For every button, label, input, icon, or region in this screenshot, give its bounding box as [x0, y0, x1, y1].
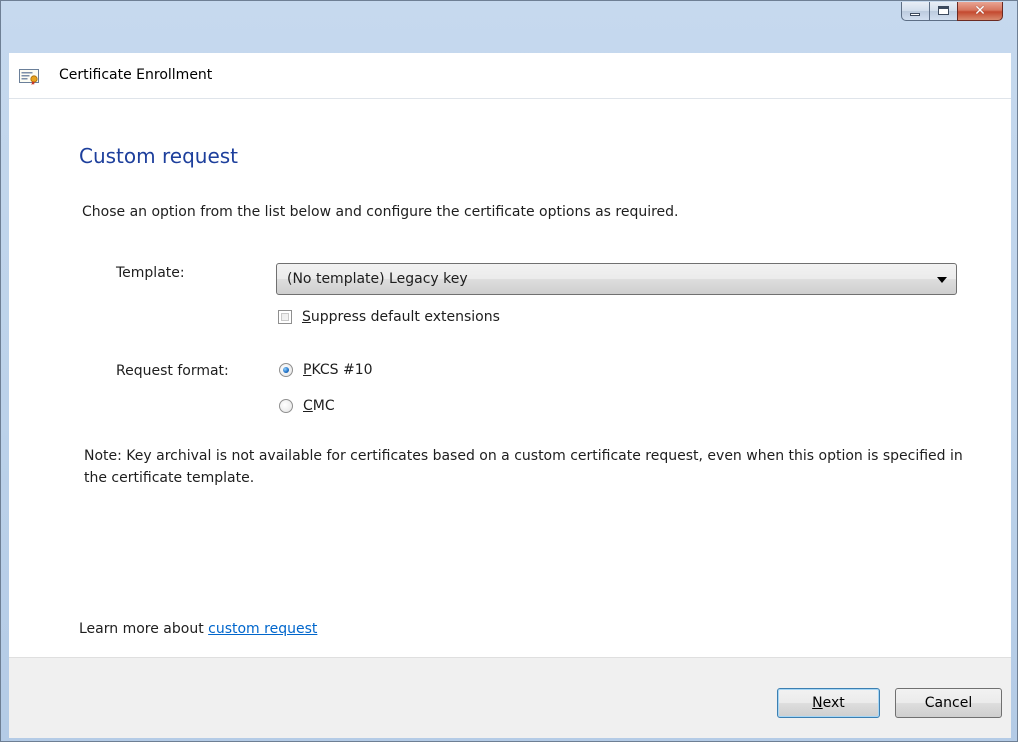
cmc-mnemonic: C [303, 398, 313, 414]
maximize-button[interactable] [929, 2, 957, 21]
suppress-mnemonic: S [302, 309, 311, 325]
pkcs10-label-rest: KCS #10 [311, 362, 373, 378]
learn-more-prefix: Learn more about [79, 621, 209, 637]
wizard-footer: Next Cancel [9, 657, 1011, 738]
radio-option-pkcs10[interactable]: PKCS #10 [279, 362, 373, 378]
cmc-label: CMC [303, 398, 335, 414]
suppress-label-rest: uppress default extensions [310, 309, 500, 325]
instruction-text: Chose an option from the list below and … [82, 204, 679, 220]
suppress-extensions-option[interactable]: Suppress default extensions [278, 309, 500, 325]
template-dropdown[interactable]: (No template) Legacy key [276, 263, 957, 295]
next-label-rest: ext [822, 695, 845, 711]
custom-request-link[interactable]: custom request [208, 621, 317, 637]
pkcs10-label: PKCS #10 [303, 362, 373, 378]
minimize-icon [910, 13, 920, 16]
certificate-icon [19, 69, 39, 85]
minimize-button[interactable] [901, 2, 929, 21]
close-icon: ✕ [974, 3, 986, 19]
suppress-extensions-checkbox[interactable] [278, 310, 292, 324]
cmc-label-rest: MC [312, 398, 335, 414]
caption-buttons: ✕ [901, 2, 1003, 21]
wizard-content: Custom request Chose an option from the … [9, 99, 1011, 657]
page-title: Custom request [79, 144, 239, 168]
cmc-radio[interactable] [279, 399, 293, 413]
template-label: Template: [116, 265, 185, 281]
next-button[interactable]: Next [777, 688, 880, 718]
request-format-label: Request format: [116, 363, 229, 379]
certificate-enrollment-window: ✕ Certificate Enrollment Custom request … [0, 0, 1018, 742]
radio-option-cmc[interactable]: CMC [279, 398, 335, 414]
title-bar[interactable]: ✕ [1, 1, 1017, 53]
next-mnemonic: N [812, 695, 823, 711]
maximize-icon [938, 6, 949, 15]
pkcs10-radio[interactable] [279, 363, 293, 377]
suppress-extensions-label: Suppress default extensions [302, 309, 500, 325]
learn-more-text: Learn more about custom request [79, 621, 317, 637]
chevron-down-icon [937, 277, 947, 283]
close-button[interactable]: ✕ [957, 2, 1003, 21]
window-title: Certificate Enrollment [59, 67, 213, 83]
template-selected-value: (No template) Legacy key [287, 271, 468, 287]
cancel-button[interactable]: Cancel [895, 688, 1002, 718]
key-archival-note: Note: Key archival is not available for … [84, 448, 963, 486]
wizard-header: Certificate Enrollment [9, 53, 1011, 99]
